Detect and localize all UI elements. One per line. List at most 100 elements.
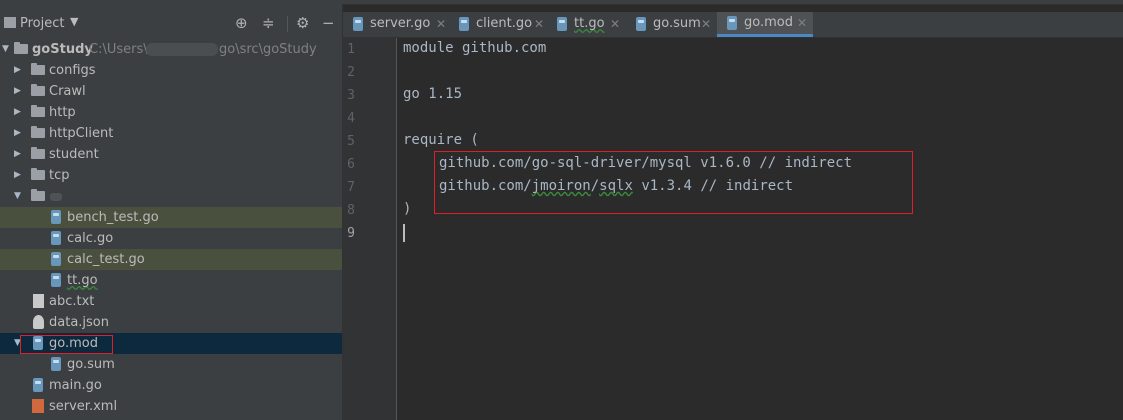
project-panel-header: Project ▼ ⊕ ≑ ⚙ −	[0, 12, 342, 36]
folder-icon	[31, 168, 45, 180]
tree-file-data-json[interactable]: data.json	[0, 312, 342, 333]
line-number: 2	[347, 65, 355, 80]
close-icon[interactable]: ✕	[436, 12, 446, 36]
go-file-icon	[636, 17, 646, 31]
chevron-down-icon[interactable]: ▼	[14, 186, 24, 207]
file-name: bench_test.go	[67, 210, 159, 225]
chevron-right-icon[interactable]: ▶	[14, 165, 24, 186]
tree-file-main-go[interactable]: main.go	[0, 375, 342, 396]
line-number: 4	[347, 111, 355, 126]
json-file-icon	[33, 315, 44, 329]
xml-file-icon	[32, 399, 44, 413]
folder-name: configs	[49, 63, 96, 78]
tab-label: go.mod	[744, 15, 793, 30]
tree-file-bench-test[interactable]: bench_test.go	[0, 207, 342, 228]
tab-go-sum[interactable]: go.sum ✕	[627, 12, 715, 37]
folder-name: student	[49, 147, 99, 162]
code-line-5[interactable]: require (	[403, 132, 479, 148]
close-icon[interactable]: ✕	[610, 12, 620, 36]
folder-name: httpClient	[49, 126, 114, 141]
chevron-right-icon[interactable]: ▶	[14, 123, 24, 144]
tree-folder-tcp[interactable]: ▶ tcp	[0, 165, 342, 186]
go-file-icon	[51, 252, 61, 266]
go-file-icon	[557, 17, 567, 31]
line-number: 1	[347, 42, 355, 57]
locate-icon[interactable]: ⊕	[235, 14, 248, 32]
chevron-right-icon[interactable]: ▶	[14, 81, 24, 102]
tree-folder-redacted[interactable]: ▼	[0, 186, 342, 207]
go-file-icon	[51, 357, 61, 371]
separator	[287, 16, 288, 32]
project-view-title[interactable]: Project	[20, 16, 64, 31]
code-line-3[interactable]: go 1.15	[403, 86, 462, 102]
gear-icon[interactable]: ⚙	[296, 14, 309, 32]
root-folder-path-tail: go\src\goStudy	[219, 42, 317, 57]
folder-icon	[31, 189, 45, 201]
line-number: 8	[347, 203, 355, 218]
tab-label: server.go	[370, 16, 431, 31]
chevron-right-icon[interactable]: ▶	[14, 144, 24, 165]
tab-label: client.go	[476, 16, 533, 31]
tree-folder-configs[interactable]: ▶ configs	[0, 60, 342, 81]
folder-name: http	[49, 105, 76, 120]
folder-icon	[31, 126, 45, 138]
line-number: 9	[347, 226, 355, 241]
file-name: main.go	[49, 378, 102, 393]
text-file-icon	[33, 294, 44, 308]
tree-root-gostudy[interactable]: ▼ goStudy C:\Users\ go\src\goStudy	[0, 39, 342, 60]
tree-file-abc-txt[interactable]: abc.txt	[0, 291, 342, 312]
close-icon[interactable]: ✕	[701, 12, 711, 36]
folder-name: tcp	[49, 168, 70, 183]
close-icon[interactable]: ✕	[797, 11, 807, 35]
go-file-icon	[727, 16, 737, 30]
chevron-down-icon[interactable]: ▼	[70, 15, 78, 28]
file-name: calc_test.go	[67, 252, 145, 267]
chevron-right-icon[interactable]: ▶	[14, 102, 24, 123]
go-file-icon	[51, 273, 61, 287]
code-line-1[interactable]: module github.com	[403, 40, 546, 56]
line-number: 5	[347, 134, 355, 149]
tab-go-mod[interactable]: go.mod ✕	[717, 12, 813, 37]
go-file-icon	[353, 17, 363, 31]
tab-label: tt.go	[574, 16, 605, 31]
file-name: tt.go	[67, 273, 98, 288]
root-folder-path: C:\Users\	[89, 42, 148, 57]
file-name: calc.go	[67, 231, 114, 246]
tree-file-calc[interactable]: calc.go	[0, 228, 342, 249]
tree-file-go-sum[interactable]: go.sum	[0, 354, 342, 375]
folder-icon	[31, 63, 45, 75]
file-name: data.json	[49, 315, 109, 330]
tree-folder-student[interactable]: ▶ student	[0, 144, 342, 165]
tab-client-go[interactable]: client.go ✕	[451, 12, 547, 37]
folder-icon	[31, 84, 45, 96]
chevron-right-icon[interactable]: ▶	[14, 60, 24, 81]
code-line-8[interactable]: )	[403, 201, 411, 217]
gomod-highlight-box	[20, 335, 113, 354]
tab-tt-go[interactable]: tt.go ✕	[547, 12, 627, 37]
tree-file-tt[interactable]: tt.go	[0, 270, 342, 291]
line-number: 6	[347, 157, 355, 172]
tree-file-calc-test[interactable]: calc_test.go	[0, 249, 342, 270]
tree-file-server-xml[interactable]: server.xml	[0, 396, 342, 417]
project-icon	[4, 17, 16, 28]
tree-folder-http[interactable]: ▶ http	[0, 102, 342, 123]
go-file-icon	[33, 378, 43, 392]
editor-gutter: 1 2 3 4 5 6 7 8 9	[343, 38, 397, 420]
go-file-icon	[51, 210, 61, 224]
tab-server-go[interactable]: server.go ✕	[343, 12, 451, 37]
file-name: go.sum	[67, 357, 115, 372]
folder-icon	[14, 42, 28, 54]
line-number: 3	[347, 88, 355, 103]
tree-folder-httpclient[interactable]: ▶ httpClient	[0, 123, 342, 144]
folder-name: Crawl	[49, 84, 86, 99]
close-icon[interactable]: ✕	[534, 12, 544, 36]
hide-icon[interactable]: −	[322, 14, 335, 32]
root-folder-name: goStudy	[32, 42, 93, 57]
folder-icon	[31, 147, 45, 159]
collapse-all-icon[interactable]: ≑	[262, 14, 275, 32]
line-number: 7	[347, 180, 355, 195]
chevron-down-icon[interactable]: ▼	[2, 39, 12, 60]
require-highlight-box	[434, 151, 913, 214]
tree-folder-crawl[interactable]: ▶ Crawl	[0, 81, 342, 102]
go-file-icon	[51, 231, 61, 245]
